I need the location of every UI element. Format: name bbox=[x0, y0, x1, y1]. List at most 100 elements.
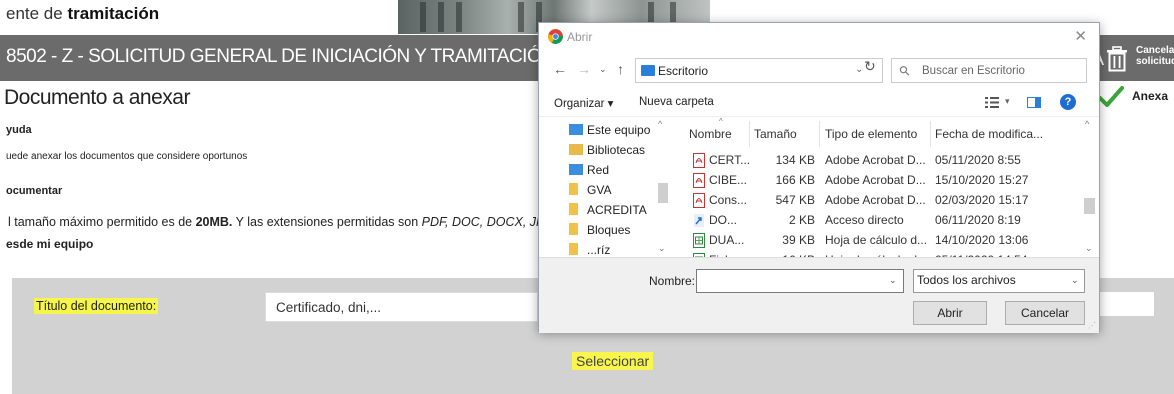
file-row[interactable]: DO... 2 KB Acceso directo 06/11/2020 8:19 bbox=[679, 211, 1079, 231]
file-type: Adobe Acrobat D... bbox=[825, 173, 926, 187]
pdf-icon bbox=[693, 173, 705, 188]
preview-pane-icon[interactable] bbox=[1027, 97, 1041, 108]
scroll-down-icon[interactable]: ⌄ bbox=[1085, 243, 1093, 254]
folder-icon bbox=[569, 183, 578, 195]
scroll-down-icon[interactable]: ⌄ bbox=[658, 243, 666, 254]
process-header-text: ente de tramitación bbox=[6, 4, 160, 23]
help-icon[interactable]: ? bbox=[1060, 94, 1076, 110]
command-bar: Organizar ▾ Nueva carpeta ▾ ? bbox=[539, 89, 1099, 117]
file-type: Hoja de cálculo d... bbox=[825, 233, 928, 247]
scroll-up-icon[interactable]: ^ bbox=[658, 119, 662, 129]
from-my-device-link[interactable]: esde mi equipo bbox=[6, 237, 93, 251]
nav-scrollbar[interactable]: ^ ⌄ bbox=[655, 117, 669, 257]
file-name-label: Nombre: bbox=[649, 274, 696, 288]
cancel-button[interactable]: Cancelar bbox=[1005, 301, 1085, 325]
address-bar[interactable]: Escritorio ⌄ bbox=[635, 58, 883, 83]
file-scroll-thumb[interactable] bbox=[1084, 198, 1095, 214]
checkmark-icon[interactable] bbox=[1098, 86, 1124, 108]
nav-item-5[interactable]: Bloques bbox=[569, 223, 630, 243]
file-type: Acceso directo bbox=[825, 213, 904, 227]
shortcut-icon bbox=[693, 213, 705, 228]
file-row[interactable]: DUA... 39 KB Hoja de cálculo d... 14/10/202… bbox=[679, 231, 1079, 251]
desktop-folder-icon bbox=[641, 65, 655, 76]
network-icon bbox=[569, 164, 583, 175]
scroll-up-icon[interactable]: ^ bbox=[1085, 119, 1089, 129]
file-list: Nombre Tamaño Tipo de elemento Fecha de … bbox=[679, 117, 1099, 257]
chevron-down-icon[interactable]: ⌄ bbox=[889, 275, 897, 286]
close-icon[interactable]: ✕ bbox=[1074, 27, 1087, 45]
file-name: DO... bbox=[709, 213, 738, 227]
chevron-down-icon[interactable]: ⌄ bbox=[855, 64, 863, 75]
file-name-input[interactable] bbox=[696, 269, 904, 293]
file-type: Adobe Acrobat D... bbox=[825, 193, 926, 207]
file-date: 14/10/2020 13:06 bbox=[935, 233, 1029, 247]
view-options-icon[interactable] bbox=[985, 97, 999, 108]
recent-chevron-icon[interactable]: ⌄ bbox=[599, 64, 607, 75]
folder-icon bbox=[569, 203, 578, 215]
back-arrow-icon[interactable]: ← bbox=[553, 61, 567, 77]
nav-item-0[interactable]: Este equipo bbox=[569, 123, 650, 143]
nav-item-6[interactable]: ...ríz bbox=[569, 243, 610, 257]
resize-grip-icon[interactable]: ⋰ bbox=[1088, 321, 1096, 330]
view-chevron-icon[interactable]: ▾ bbox=[1005, 96, 1010, 107]
open-button[interactable]: Abrir bbox=[913, 301, 987, 325]
file-row[interactable]: CIBE... 166 KB Adobe Acrobat D... 15/10/202… bbox=[679, 171, 1079, 191]
dialog-title: Abrir bbox=[567, 30, 593, 44]
file-name: Cons... bbox=[709, 193, 748, 207]
document-heading: ocumentar bbox=[6, 185, 63, 197]
column-header-size[interactable]: Tamaño bbox=[754, 127, 797, 141]
file-name: DUA... bbox=[709, 233, 745, 247]
nav-item-label: ...ríz bbox=[587, 243, 611, 257]
organize-menu[interactable]: Organizar ▾ bbox=[554, 96, 613, 110]
column-header-date[interactable]: Fecha de modifica... bbox=[935, 127, 1043, 141]
file-list-scrollbar[interactable]: ^ ⌄ bbox=[1081, 117, 1097, 257]
file-type: Adobe Acrobat D... bbox=[825, 153, 926, 167]
folder-icon bbox=[569, 223, 578, 235]
chevron-down-icon[interactable]: ⌄ bbox=[1071, 275, 1079, 286]
file-size: 166 KB bbox=[775, 173, 815, 187]
cancel-request-button[interactable]: Cancela solicitud bbox=[1136, 45, 1174, 67]
nav-item-4[interactable]: ACREDITA bbox=[569, 203, 647, 223]
nav-scroll-thumb[interactable] bbox=[658, 183, 668, 203]
nav-item-1[interactable]: Bibliotecas bbox=[569, 143, 645, 163]
up-arrow-icon[interactable]: ↑ bbox=[617, 61, 624, 77]
select-file-link[interactable]: Seleccionar bbox=[572, 352, 654, 370]
file-size: 39 KB bbox=[782, 233, 815, 247]
pdf-icon bbox=[693, 153, 705, 168]
column-header-type[interactable]: Tipo de elemento bbox=[825, 127, 917, 141]
forward-arrow-icon[interactable]: → bbox=[577, 61, 591, 77]
search-placeholder: Buscar en Escritorio bbox=[922, 65, 1025, 77]
nav-item-label: Red bbox=[587, 163, 610, 177]
nav-item-3[interactable]: GVA bbox=[569, 183, 611, 203]
file-row[interactable]: Cons... 547 KB Adobe Acrobat D... 02/03/202… bbox=[679, 191, 1079, 211]
help-text: uede anexar los documentos que considere… bbox=[6, 151, 248, 162]
document-title-label: Título del documento: bbox=[34, 298, 159, 314]
file-date: 05/11/2020 8:55 bbox=[935, 153, 1021, 167]
trash-icon[interactable] bbox=[1105, 46, 1129, 72]
file-name: CERT... bbox=[709, 153, 751, 167]
dialog-footer: Nombre: ⌄ Todos los archivos ⌄ Abrir Can… bbox=[539, 257, 1099, 333]
file-size: 2 KB bbox=[788, 213, 815, 227]
search-input[interactable]: ⚲ Buscar en Escritorio bbox=[891, 58, 1087, 83]
search-icon: ⚲ bbox=[895, 61, 914, 80]
computer-icon bbox=[569, 124, 583, 135]
navigation-pane: Este equipo Bibliotecas Red GVA ACREDITA Bloq… bbox=[539, 117, 671, 257]
chrome-icon bbox=[548, 29, 563, 44]
refresh-icon[interactable]: ↻ bbox=[864, 58, 876, 75]
nav-item-label: GVA bbox=[587, 183, 612, 197]
column-header-name[interactable]: Nombre bbox=[689, 127, 732, 141]
file-date: 02/03/2020 15:17 bbox=[935, 193, 1029, 207]
spreadsheet-icon bbox=[693, 233, 705, 248]
nav-item-label: Bibliotecas bbox=[587, 143, 646, 157]
navigation-row: ← → ⌄ ↑ Escritorio ⌄ ↻ ⚲ Buscar en Escri… bbox=[539, 55, 1099, 85]
pdf-icon bbox=[693, 193, 705, 208]
file-row[interactable]: CERT... 134 KB Adobe Acrobat D... 05/11/202… bbox=[679, 151, 1079, 171]
attach-button-label[interactable]: Anexa bbox=[1132, 89, 1168, 103]
file-date: 06/11/2020 8:19 bbox=[935, 213, 1021, 227]
nav-item-label: ACREDITA bbox=[587, 203, 647, 217]
sort-indicator-icon: ^ bbox=[719, 117, 723, 126]
nav-item-2[interactable]: Red bbox=[569, 163, 609, 183]
file-type-value: Todos los archivos bbox=[917, 273, 1016, 287]
document-title-input[interactable]: Certificado, dni,... bbox=[265, 292, 538, 322]
new-folder-button[interactable]: Nueva carpeta bbox=[639, 96, 714, 108]
